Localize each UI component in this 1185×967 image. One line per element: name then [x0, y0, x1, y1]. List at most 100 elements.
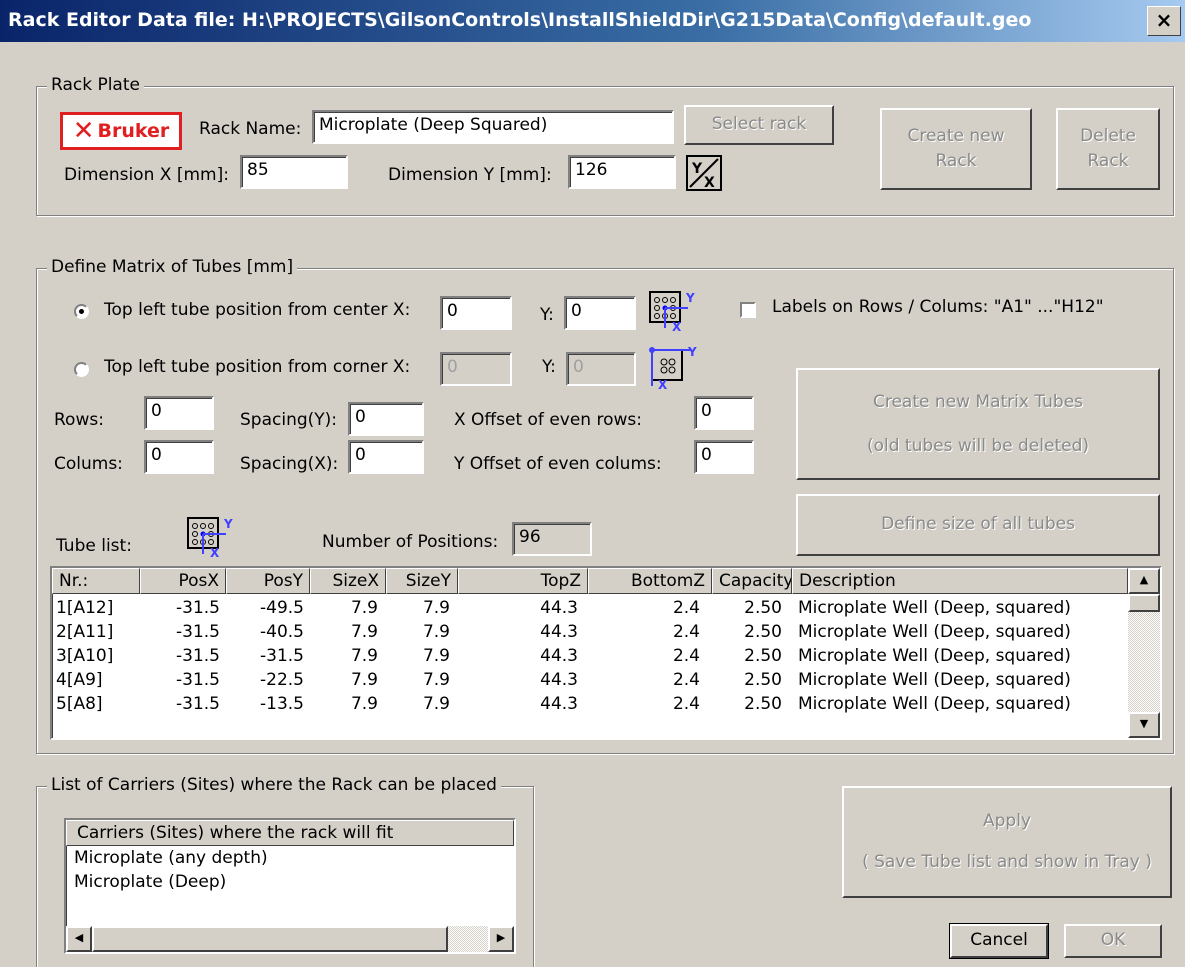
dimension-x-label: Dimension X [mm]:: [64, 165, 229, 185]
create-matrix-line2: (old tubes will be deleted): [866, 436, 1089, 456]
logo-text: Bruker: [97, 120, 170, 142]
columns-field[interactable]: 0: [144, 440, 214, 474]
table-cell: -31.5: [176, 646, 220, 666]
table-cell: 7.9: [422, 694, 450, 714]
table-cell: 7.9: [422, 646, 450, 666]
close-button[interactable]: ×: [1147, 6, 1181, 36]
col-header-nr[interactable]: Nr.:: [52, 568, 140, 594]
scroll-left-button[interactable]: ◀: [66, 926, 92, 952]
ok-label: OK: [1100, 930, 1126, 951]
svg-text:Y: Y: [223, 517, 233, 531]
col-header-capacity[interactable]: Capacity: [712, 568, 792, 594]
y-offset-label: Y Offset of even colums:: [454, 454, 662, 474]
y-offset-field[interactable]: 0: [694, 440, 754, 474]
h-scroll-track[interactable]: [448, 926, 488, 952]
col-header-sizex[interactable]: SizeX: [310, 568, 386, 594]
table-cell: 2.4: [672, 670, 700, 690]
col-header-posx[interactable]: PosX: [140, 568, 226, 594]
create-new-rack-button[interactable]: Create new Rack: [880, 108, 1032, 190]
spacing-y-field[interactable]: 0: [348, 402, 424, 436]
table-cell: 2.50: [744, 694, 782, 714]
center-radio[interactable]: [74, 304, 89, 319]
table-cell: Microplate Well (Deep, squared): [798, 622, 1071, 642]
title-bar: Rack Editor Data file: H:\PROJECTS\Gilso…: [0, 0, 1185, 42]
table-row[interactable]: 4[A9] -31.5 -22.5 7.9 7.9 44.3 2.4 2.50 Micropla…: [52, 670, 1128, 694]
center-y-field[interactable]: 0: [564, 296, 636, 330]
create-new-rack-line2: Rack: [935, 151, 977, 171]
carriers-title: List of Carriers (Sites) where the Rack …: [47, 775, 501, 795]
corner-y-label: Y:: [542, 357, 556, 377]
corner-radio-label: Top left tube position from corner X:: [104, 357, 411, 377]
spacing-x-field[interactable]: 0: [348, 440, 424, 474]
scroll-right-button[interactable]: ▶: [488, 926, 514, 952]
tube-list-table[interactable]: Nr.: PosX PosY SizeX SizeY TopZ BottomZ …: [50, 566, 1162, 740]
table-row[interactable]: 2[A11] -31.5 -40.5 7.9 7.9 44.3 2.4 2.50 Micropl…: [52, 622, 1128, 646]
carriers-hscrollbar[interactable]: ◀ ▶: [66, 926, 514, 952]
rack-name-field[interactable]: Microplate (Deep Squared): [312, 110, 674, 144]
carriers-list[interactable]: Carriers (Sites) where the rack will fit…: [64, 818, 516, 954]
num-positions-label: Number of Positions:: [322, 532, 499, 552]
spacing-y-label: Spacing(Y):: [240, 410, 338, 430]
columns-label: Colums:: [54, 454, 123, 474]
table-cell: Microplate Well (Deep, squared): [798, 670, 1071, 690]
col-header-sizey[interactable]: SizeY: [386, 568, 458, 594]
col-header-bottomz[interactable]: BottomZ: [588, 568, 712, 594]
define-size-button[interactable]: Define size of all tubes: [796, 494, 1160, 556]
cancel-button[interactable]: Cancel: [949, 923, 1049, 959]
apply-label: Apply: [983, 811, 1031, 832]
col-header-description[interactable]: Description: [792, 568, 1128, 594]
define-size-label: Define size of all tubes: [881, 514, 1075, 535]
dimension-x-field[interactable]: 85: [240, 155, 348, 189]
x-offset-field[interactable]: 0: [694, 396, 754, 430]
delete-rack-button[interactable]: Delete Rack: [1056, 108, 1160, 190]
scroll-up-button[interactable]: ▲: [1128, 568, 1160, 594]
ok-button[interactable]: OK: [1064, 924, 1162, 958]
svg-text:X: X: [210, 546, 220, 558]
table-cell: 44.3: [540, 670, 578, 690]
scroll-down-button[interactable]: ▼: [1128, 712, 1160, 738]
create-matrix-button[interactable]: Create new Matrix Tubes (old tubes will b…: [796, 368, 1160, 480]
rows-label: Rows:: [54, 410, 104, 430]
swap-axes-icon[interactable]: Y X: [684, 153, 724, 193]
select-rack-button[interactable]: Select rack: [684, 105, 834, 145]
table-cell: 2.50: [744, 622, 782, 642]
table-row[interactable]: 5[A8] -31.5 -13.5 7.9 7.9 44.3 2.4 2.50 Micropla…: [52, 694, 1128, 718]
table-row[interactable]: 1[A12] -31.5 -49.5 7.9 7.9 44.3 2.4 2.50 Micropl…: [52, 598, 1128, 622]
delete-rack-line1: Delete: [1080, 125, 1136, 146]
rack-name-label: Rack Name:: [199, 119, 302, 139]
corner-y-field[interactable]: 0: [566, 352, 636, 386]
table-cell: 44.3: [540, 646, 578, 666]
create-matrix-line1: Create new Matrix Tubes: [872, 391, 1084, 412]
corner-radio[interactable]: [74, 362, 89, 377]
table-cell: 2.50: [744, 598, 782, 618]
carrier-item[interactable]: Microplate (any depth): [74, 848, 268, 872]
apply-sublabel: ( Save Tube list and show in Tray ): [862, 852, 1152, 872]
corner-x-field[interactable]: 0: [440, 352, 512, 386]
dimension-y-field[interactable]: 126: [568, 155, 676, 189]
col-header-topz[interactable]: TopZ: [458, 568, 588, 594]
table-cell: 3[A10]: [56, 646, 114, 666]
matrix-center-icon: Y X: [649, 291, 695, 332]
center-radio-label: Top left tube position from center X:: [104, 300, 411, 320]
labels-checkbox-label: Labels on Rows / Colums: "A1" ..."H12": [772, 297, 1104, 317]
rows-field[interactable]: 0: [144, 396, 214, 430]
carriers-header[interactable]: Carriers (Sites) where the rack will fit: [66, 820, 514, 846]
labels-checkbox[interactable]: [740, 302, 756, 318]
table-cell: 2.4: [672, 598, 700, 618]
svg-text:Y: Y: [685, 291, 695, 305]
table-row[interactable]: 3[A10] -31.5 -31.5 7.9 7.9 44.3 2.4 2.50 Micropl…: [52, 646, 1128, 670]
table-cell: -13.5: [260, 694, 304, 714]
x-offset-label: X Offset of even rows:: [454, 410, 642, 430]
col-header-posy[interactable]: PosY: [226, 568, 310, 594]
create-new-rack-line1: Create new: [907, 125, 1005, 146]
tube-list-icon: Y X: [187, 517, 233, 558]
apply-button[interactable]: Apply ( Save Tube list and show in Tray ): [842, 786, 1172, 898]
table-cell: -49.5: [260, 598, 304, 618]
h-scroll-thumb[interactable]: [92, 926, 448, 952]
center-x-field[interactable]: 0: [440, 296, 512, 330]
scroll-thumb[interactable]: [1128, 594, 1160, 612]
spacing-x-label: Spacing(X):: [240, 454, 339, 474]
table-cell: 7.9: [350, 622, 378, 642]
carrier-item[interactable]: Microplate (Deep): [74, 872, 226, 896]
tube-list-scrollbar[interactable]: ▲ ▼: [1128, 568, 1160, 738]
